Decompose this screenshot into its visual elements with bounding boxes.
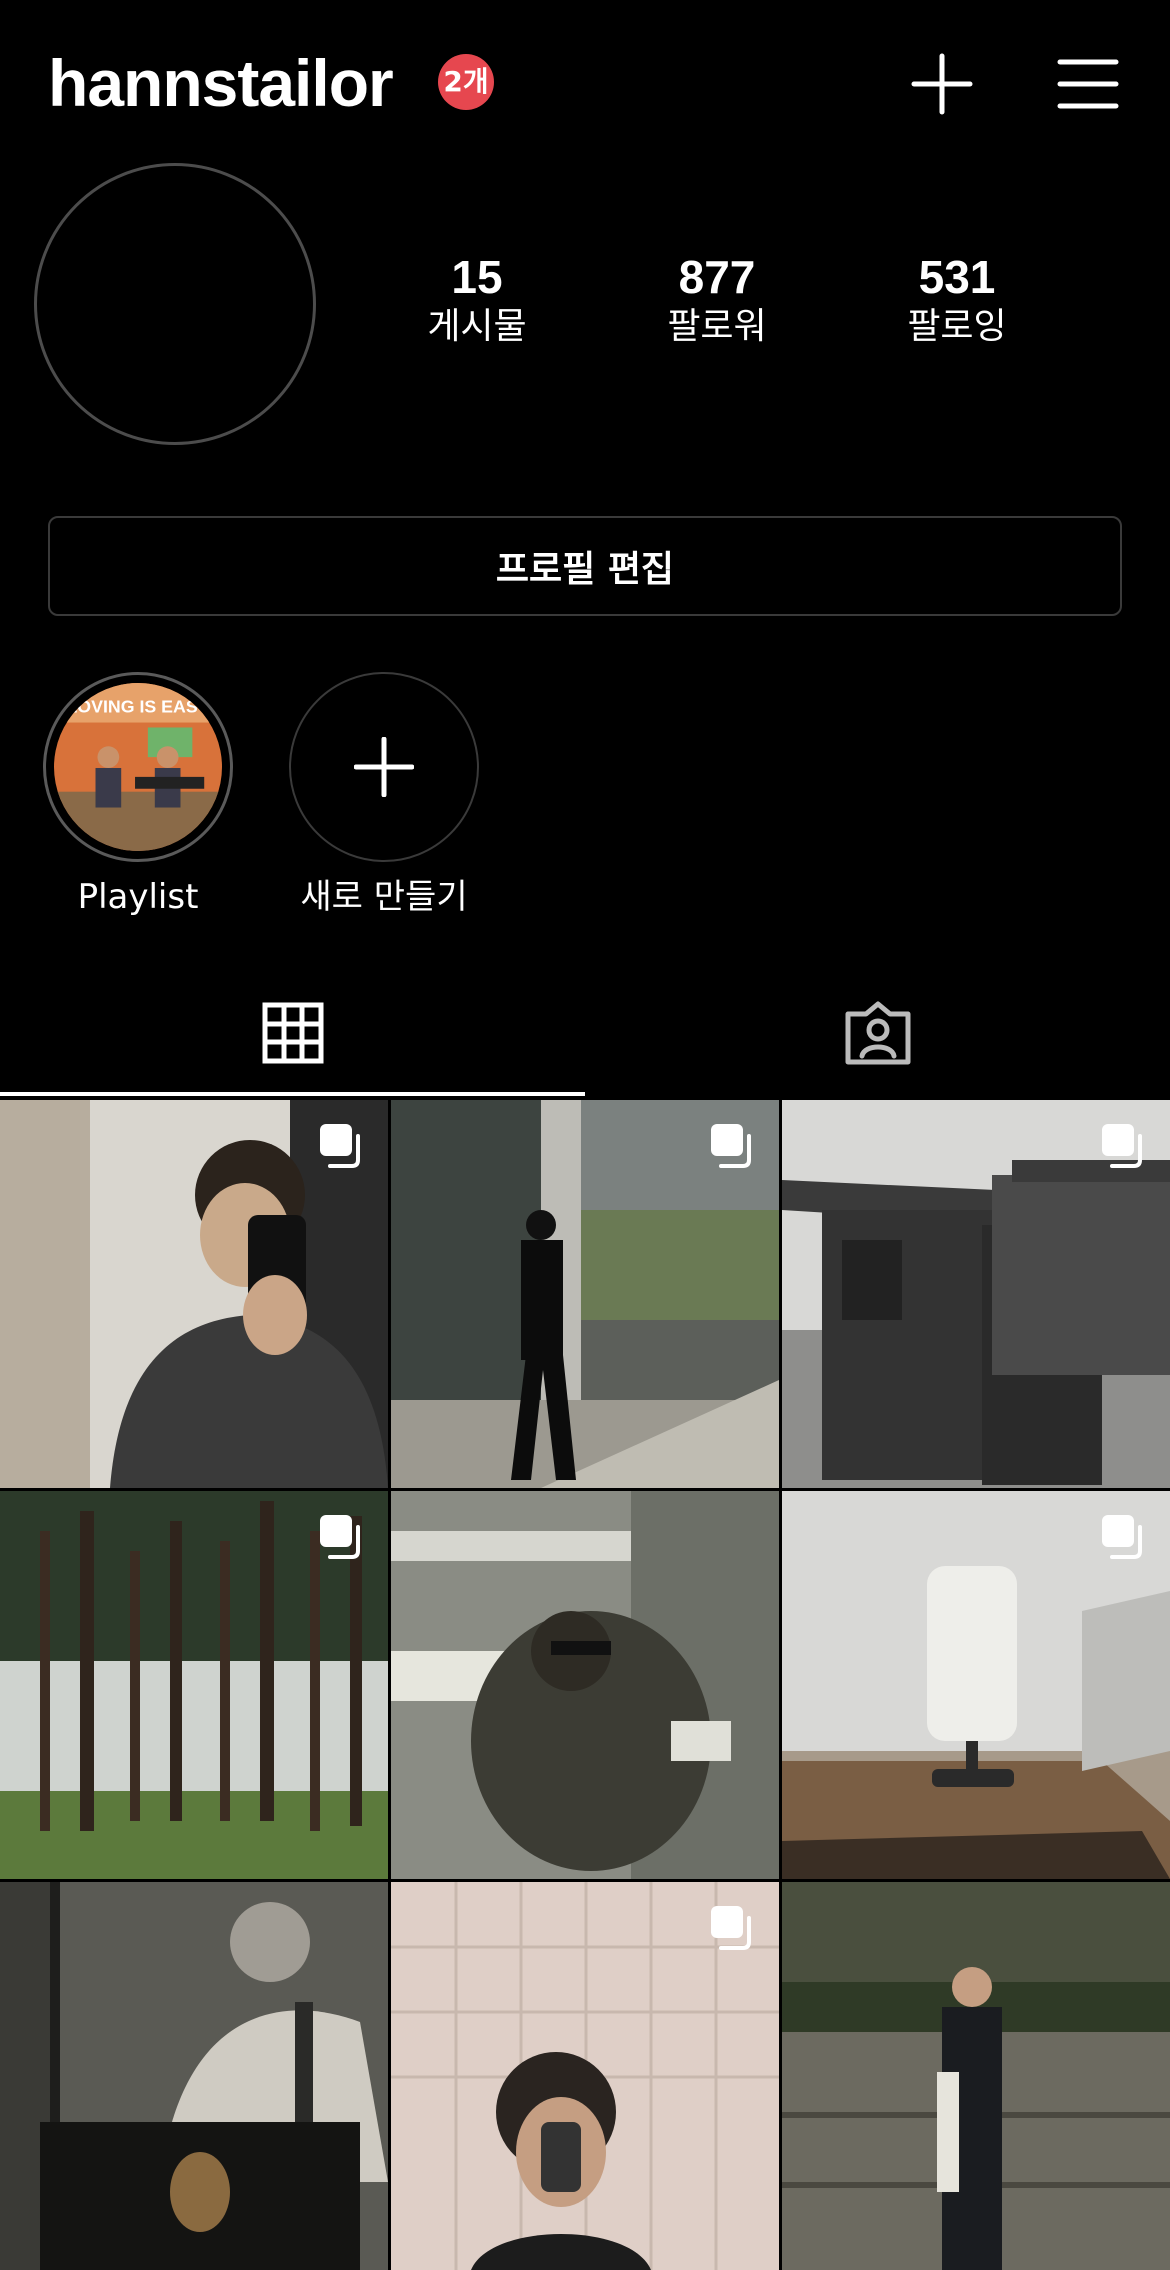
notification-badge[interactable]: 2개 [438, 54, 494, 110]
plus-icon [354, 737, 414, 797]
multiple-images-icon [320, 1124, 360, 1168]
post-thumbnail[interactable] [391, 1491, 779, 1879]
stat-followers-value: 877 [678, 251, 756, 303]
stat-following-value: 531 [918, 251, 996, 303]
create-button[interactable] [900, 42, 984, 126]
stat-followers[interactable]: 877 팔로워 [627, 250, 807, 350]
post-thumbnail[interactable] [782, 1100, 1170, 1488]
post-thumbnail[interactable] [0, 1100, 388, 1488]
tagged-person-icon [845, 1001, 910, 1065]
tab-tagged[interactable] [585, 972, 1170, 1094]
stat-posts-value: 15 [451, 251, 503, 303]
stat-following-label: 팔로잉 [907, 306, 1007, 347]
highlight-label-playlist: Playlist [77, 877, 199, 917]
stat-posts[interactable]: 15 게시물 [387, 250, 567, 350]
profile-avatar[interactable] [34, 163, 316, 445]
multiple-images-icon [711, 1906, 751, 1950]
post-thumbnail[interactable] [0, 1882, 388, 2270]
multiple-images-icon [320, 1515, 360, 1559]
post-thumbnail[interactable] [391, 1882, 779, 2270]
plus-icon [911, 53, 973, 115]
stat-posts-label: 게시물 [427, 306, 527, 347]
stat-following[interactable]: 531 팔로잉 [867, 250, 1047, 350]
active-tab-indicator [0, 1092, 585, 1096]
hamburger-menu-icon [1057, 59, 1119, 109]
post-thumbnail[interactable] [782, 1882, 1170, 2270]
multiple-images-icon [711, 1124, 751, 1168]
edit-profile-button[interactable]: 프로필 편집 [48, 516, 1122, 616]
post-thumbnail[interactable] [782, 1491, 1170, 1879]
grid-icon [262, 1002, 323, 1064]
multiple-images-icon [1102, 1515, 1142, 1559]
multiple-images-icon [1102, 1124, 1142, 1168]
post-thumbnail[interactable] [391, 1100, 779, 1488]
highlight-playlist-cover: LOVING IS EASY [54, 683, 222, 851]
stat-followers-label: 팔로워 [667, 306, 767, 347]
highlight-label-new: 새로 만들기 [300, 877, 468, 917]
post-thumbnail[interactable] [0, 1491, 388, 1879]
menu-button[interactable] [1046, 42, 1130, 126]
highlight-cover-text: LOVING IS EASY [66, 697, 209, 717]
new-highlight-button[interactable] [289, 672, 479, 862]
tab-posts-grid[interactable] [0, 972, 585, 1094]
profile-username[interactable]: hannstailor [48, 44, 394, 122]
highlight-playlist[interactable]: LOVING IS EASY [43, 672, 233, 862]
